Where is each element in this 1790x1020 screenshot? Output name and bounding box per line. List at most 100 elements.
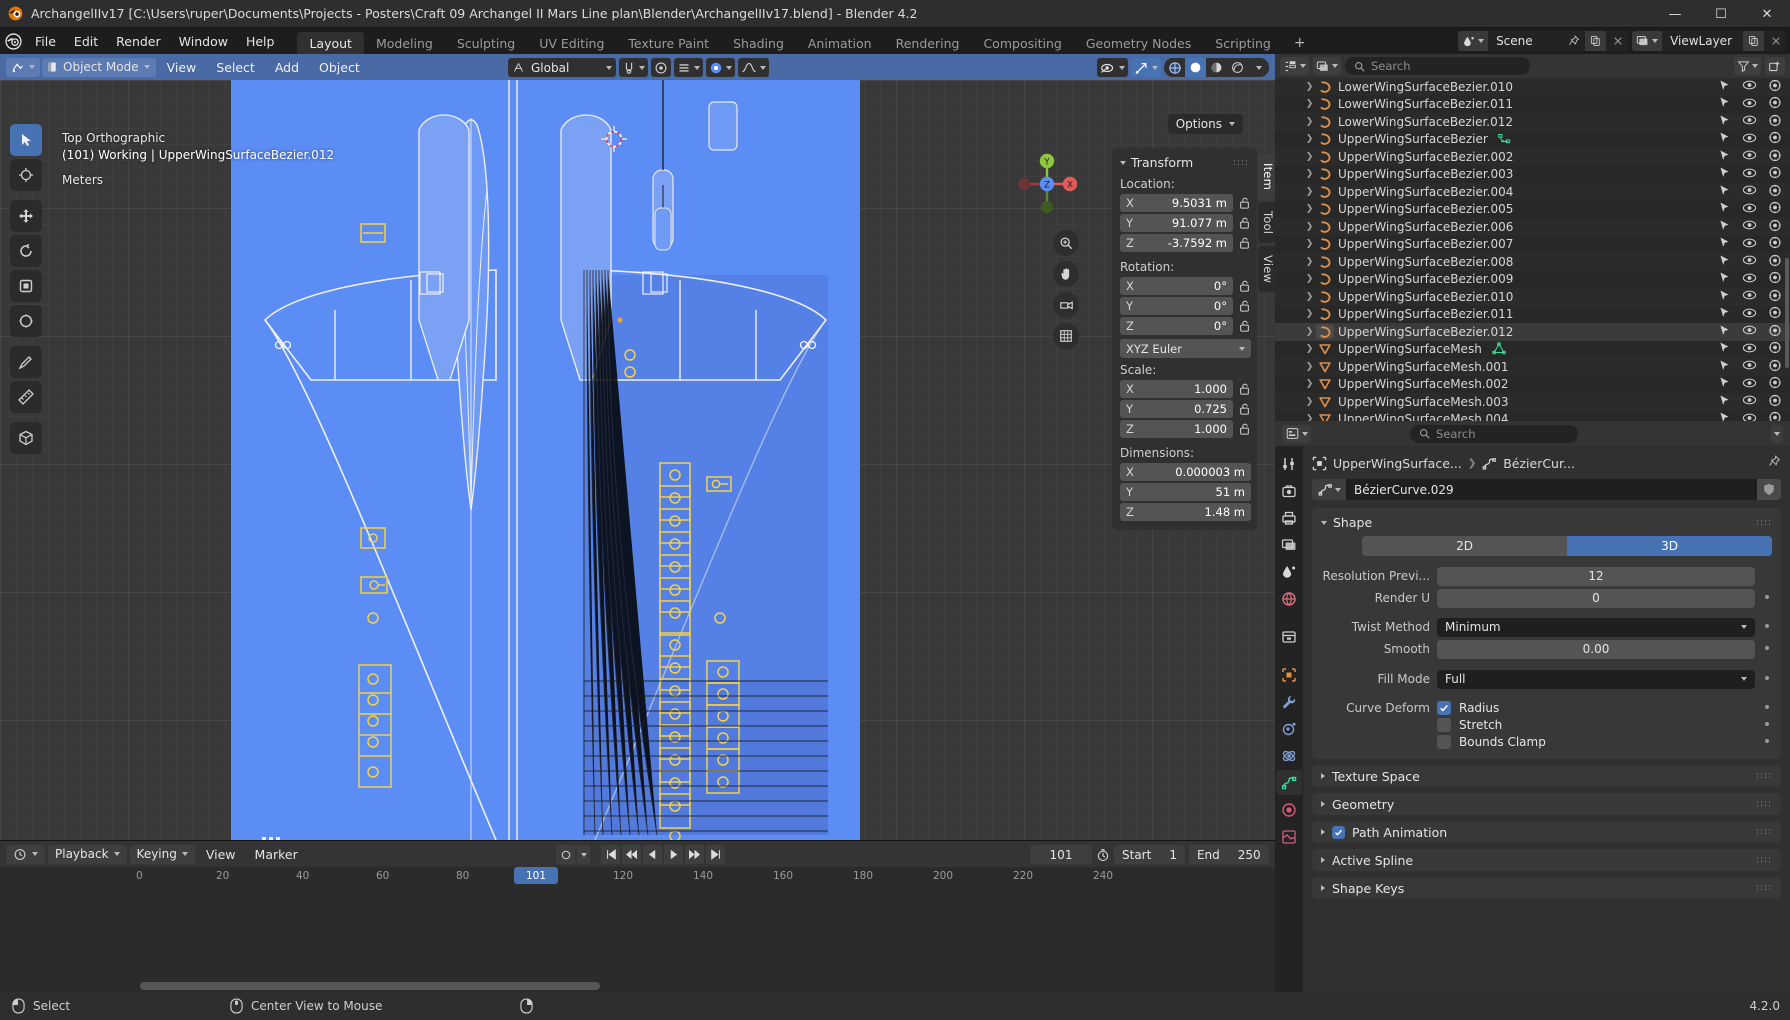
expand-arrow-icon[interactable]: ❯ xyxy=(1303,362,1316,372)
tab-uv-editing[interactable]: UV Editing xyxy=(527,32,616,54)
hide-in-viewport-icon[interactable] xyxy=(1742,97,1757,112)
expand-arrow-icon[interactable]: ❯ xyxy=(1303,134,1316,144)
tab-modifier-properties[interactable] xyxy=(1276,689,1302,714)
tab-output-properties[interactable] xyxy=(1276,505,1302,530)
jump-start-button[interactable] xyxy=(601,845,620,864)
sidebar-tab-tool[interactable]: Tool xyxy=(1258,201,1275,244)
proportional-editing-toggle[interactable] xyxy=(651,58,671,77)
tool-transform[interactable] xyxy=(10,305,42,337)
disable-in-renders-icon[interactable] xyxy=(1768,79,1782,95)
disable-in-renders-icon[interactable] xyxy=(1768,306,1782,322)
lock-scale-y-icon[interactable] xyxy=(1237,401,1251,417)
camera-view-icon[interactable] xyxy=(1053,292,1079,318)
end-frame-field[interactable]: End 250 xyxy=(1188,845,1269,864)
disable-in-renders-icon[interactable] xyxy=(1768,96,1782,112)
hide-in-viewport-icon[interactable] xyxy=(1742,342,1757,357)
properties-editor[interactable]: Search UpperWingSurface... ❯ BézierCur..… xyxy=(1275,421,1790,992)
datablock-selector[interactable]: BézierCurve.029 xyxy=(1312,479,1781,500)
outliner-row[interactable]: ❯ LowerWingSurfaceBezier.012 xyxy=(1275,113,1790,131)
shading-wireframe-icon[interactable] xyxy=(1164,58,1185,77)
restrict-select-icon[interactable] xyxy=(1718,306,1731,322)
viewport-options-button[interactable]: Options xyxy=(1167,114,1243,134)
tab-scripting[interactable]: Scripting xyxy=(1203,32,1283,54)
hide-in-viewport-icon[interactable] xyxy=(1742,394,1757,409)
disable-in-renders-icon[interactable] xyxy=(1768,271,1782,287)
lock-scale-x-icon[interactable] xyxy=(1237,381,1251,397)
scene-selector[interactable]: Scene xyxy=(1458,31,1629,51)
outliner-row[interactable]: ❯ UpperWingSurfaceBezier xyxy=(1275,130,1790,148)
gizmo-toggle[interactable] xyxy=(1131,58,1161,77)
tab-modeling[interactable]: Modeling xyxy=(364,32,445,54)
hide-in-viewport-icon[interactable] xyxy=(1742,412,1757,421)
radius-anim-dot[interactable]: • xyxy=(1762,701,1772,715)
hide-in-viewport-icon[interactable] xyxy=(1742,79,1757,94)
properties-search-input[interactable]: Search xyxy=(1410,424,1578,443)
scale-x-row[interactable]: X 1.000 xyxy=(1112,379,1257,399)
render-u-field[interactable]: 0 xyxy=(1437,588,1755,608)
lock-rotation-x-icon[interactable] xyxy=(1237,278,1251,294)
radius-checkbox-group[interactable]: Radius xyxy=(1437,700,1755,715)
tab-shading[interactable]: Shading xyxy=(721,32,796,54)
outliner-row[interactable]: ❯ UpperWingSurfaceBezier.012 xyxy=(1275,323,1790,341)
shading-material-icon[interactable] xyxy=(1206,58,1227,77)
disable-in-renders-icon[interactable] xyxy=(1768,254,1782,270)
outliner-row[interactable]: ❯ UpperWingSurfaceBezier.005 xyxy=(1275,200,1790,218)
restrict-select-icon[interactable] xyxy=(1718,149,1731,165)
hide-in-viewport-icon[interactable] xyxy=(1742,219,1757,234)
tab-texture-paint[interactable]: Texture Paint xyxy=(616,32,721,54)
new-scene-icon[interactable] xyxy=(1585,31,1607,51)
outliner-row[interactable]: ❯ UpperWingSurfaceBezier.010 xyxy=(1275,288,1790,306)
path-animation-panel[interactable]: Path Animation :::: xyxy=(1312,821,1781,843)
stretch-anim-dot[interactable]: • xyxy=(1762,718,1772,732)
hide-in-viewport-icon[interactable] xyxy=(1742,272,1757,287)
outliner-search-input[interactable]: Search xyxy=(1345,57,1530,75)
restrict-select-icon[interactable] xyxy=(1718,271,1731,287)
smooth-field[interactable]: 0.00 xyxy=(1437,639,1755,659)
shading-solid-icon[interactable] xyxy=(1185,58,1206,77)
restrict-select-icon[interactable] xyxy=(1718,114,1731,130)
texture-space-panel[interactable]: Texture Space :::: xyxy=(1312,765,1781,787)
expand-arrow-icon[interactable]: ❯ xyxy=(1303,117,1316,127)
add-workspace-button[interactable]: + xyxy=(1283,32,1317,54)
play-button[interactable] xyxy=(664,845,683,864)
outliner-display-mode[interactable] xyxy=(1313,57,1341,75)
expand-arrow-icon[interactable]: ❯ xyxy=(1303,169,1316,179)
expand-arrow-icon[interactable]: ❯ xyxy=(1303,379,1316,389)
lock-rotation-y-icon[interactable] xyxy=(1237,298,1251,314)
frame-range-fields[interactable]: Start 1 xyxy=(1114,845,1185,864)
expand-arrow-icon[interactable]: ❯ xyxy=(1303,152,1316,162)
timeline-menu-view[interactable]: View xyxy=(198,841,244,867)
menu-edit[interactable]: Edit xyxy=(65,28,107,54)
datablock-name-field[interactable]: BézierCurve.029 xyxy=(1346,479,1757,500)
outliner-row[interactable]: ❯ UpperWingSurfaceMesh.002 xyxy=(1275,375,1790,393)
menu-render[interactable]: Render xyxy=(107,28,170,54)
disable-in-renders-icon[interactable] xyxy=(1768,324,1782,340)
tab-scene-properties[interactable] xyxy=(1276,559,1302,584)
restrict-select-icon[interactable] xyxy=(1718,201,1731,217)
hide-in-viewport-icon[interactable] xyxy=(1742,167,1757,182)
timeline-editor[interactable]: Playback Keying View Marker 101 Start 1 … xyxy=(0,840,1275,993)
transform-panel-header[interactable]: Transform :::: xyxy=(1112,152,1257,175)
hide-in-viewport-icon[interactable] xyxy=(1742,149,1757,164)
outliner-row[interactable]: ❯ LowerWingSurfaceBezier.011 xyxy=(1275,95,1790,113)
outliner-row[interactable]: ❯ UpperWingSurfaceBezier.007 xyxy=(1275,235,1790,253)
hide-in-viewport-icon[interactable] xyxy=(1742,202,1757,217)
outliner-row[interactable]: ❯ LowerWingSurfaceBezier.010 xyxy=(1275,78,1790,96)
dimensions-x-row[interactable]: X 0.000003 m xyxy=(1112,462,1257,482)
render-u-anim-dot[interactable]: • xyxy=(1762,591,1772,605)
outliner-new-collection-icon[interactable] xyxy=(1765,57,1785,75)
rotation-z-row[interactable]: Z 0° xyxy=(1112,316,1257,336)
jump-end-button[interactable] xyxy=(706,845,725,864)
hide-in-viewport-icon[interactable] xyxy=(1742,307,1757,322)
outliner-row[interactable]: ❯ UpperWingSurfaceBezier.006 xyxy=(1275,218,1790,236)
restrict-select-icon[interactable] xyxy=(1718,254,1731,270)
falloff-curve-icon[interactable] xyxy=(738,58,769,77)
shape-keys-panel[interactable]: Shape Keys :::: xyxy=(1312,877,1781,899)
outliner-row[interactable]: ❯ UpperWingSurfaceMesh.001 xyxy=(1275,358,1790,376)
auto-keying-options[interactable] xyxy=(577,845,590,864)
expand-arrow-icon[interactable]: ❯ xyxy=(1303,309,1316,319)
expand-arrow-icon[interactable]: ❯ xyxy=(1303,257,1316,267)
restrict-select-icon[interactable] xyxy=(1718,324,1731,340)
dimensions-y-row[interactable]: Y 51 m xyxy=(1112,482,1257,502)
interaction-mode-selector[interactable]: Object Mode xyxy=(42,57,156,77)
